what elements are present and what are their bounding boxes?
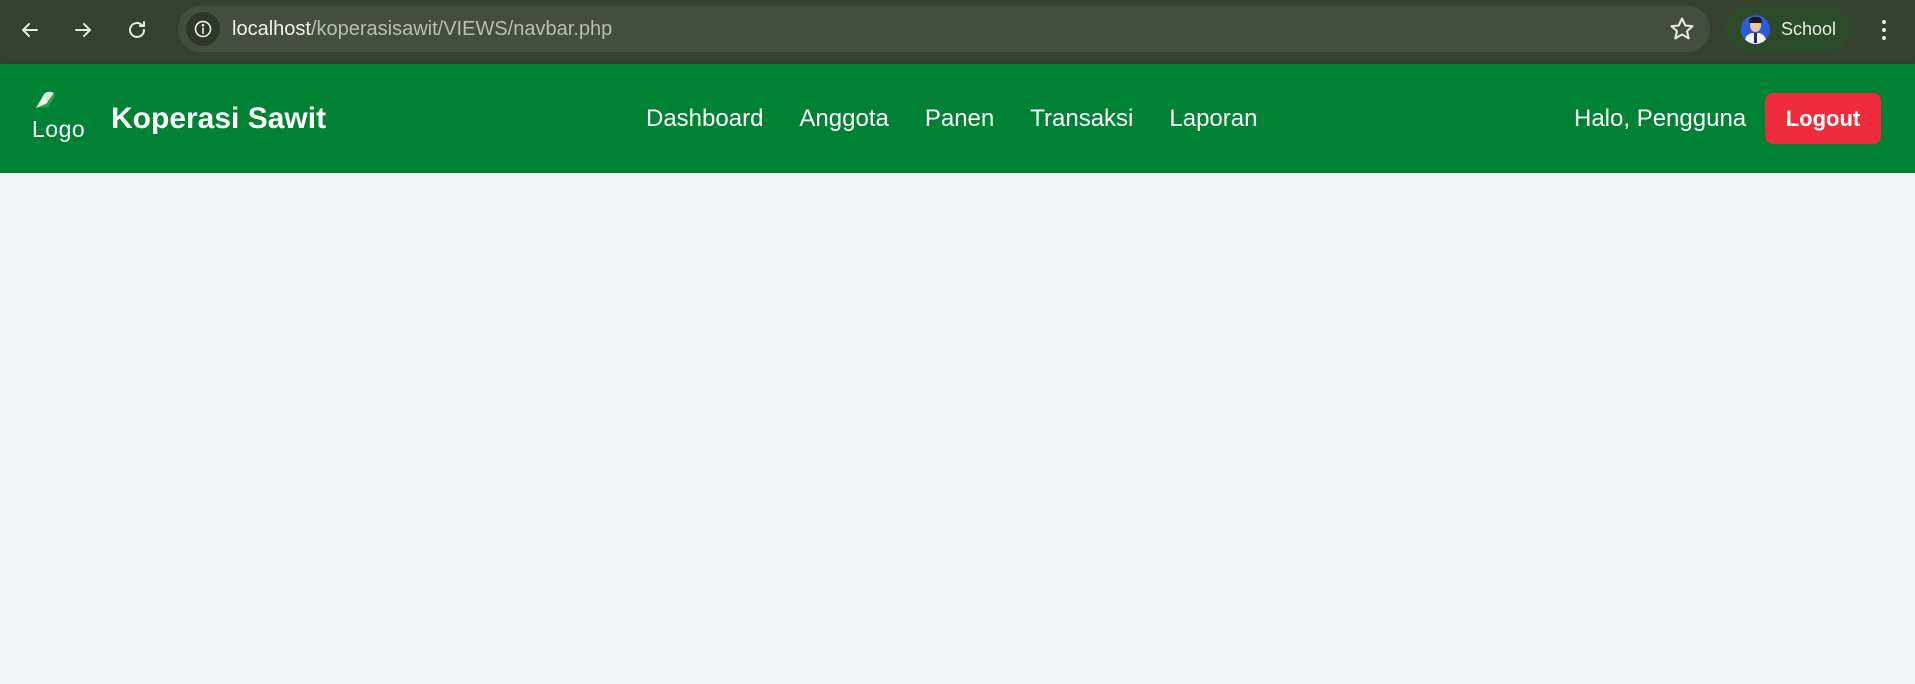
browser-toolbar: localhost/koperasisawit/VIEWS/navbar.php…	[0, 0, 1915, 64]
nav-menu: Dashboard Anggota Panen Transaksi Lapora…	[646, 64, 1257, 173]
url-host: localhost	[232, 18, 311, 40]
nav-link-dashboard[interactable]: Dashboard	[646, 105, 763, 133]
url-path: /koperasisawit/VIEWS/navbar.php	[310, 18, 613, 40]
address-bar[interactable]: localhost/koperasisawit/VIEWS/navbar.php	[178, 6, 1710, 52]
avatar	[1741, 15, 1770, 44]
more-vertical-icon[interactable]	[1868, 14, 1900, 46]
profile-name: School	[1781, 19, 1837, 39]
reload-icon	[129, 21, 145, 38]
arrow-right-icon	[75, 23, 91, 37]
main-content	[0, 173, 1915, 684]
brand-title[interactable]: Koperasi Sawit	[111, 64, 326, 173]
logo-alt-text: Logo	[32, 116, 86, 142]
nav-link-transaksi[interactable]: Transaksi	[1030, 105, 1133, 133]
url-text[interactable]: localhost/koperasisawit/VIEWS/navbar.php	[232, 6, 612, 52]
nav-link-anggota[interactable]: Anggota	[799, 105, 888, 133]
logout-button[interactable]: Logout	[1765, 93, 1881, 144]
nav-link-laporan[interactable]: Laporan	[1169, 105, 1257, 133]
arrow-left-icon	[22, 23, 38, 37]
user-greeting: Halo, Pengguna	[1574, 105, 1747, 132]
site-info-button[interactable]	[186, 12, 220, 46]
broken-image-icon	[36, 91, 55, 108]
reload-button[interactable]	[117, 10, 157, 50]
forward-button[interactable]	[63, 10, 103, 50]
info-icon	[194, 20, 212, 38]
logo[interactable]: Logo	[32, 90, 88, 148]
nav-link-panen[interactable]: Panen	[925, 105, 994, 133]
back-button[interactable]	[10, 10, 50, 50]
profile-button[interactable]: School	[1725, 7, 1850, 51]
navbar: Logo Koperasi Sawit Dashboard Anggota Pa…	[0, 64, 1915, 173]
star-icon[interactable]	[1668, 15, 1696, 43]
